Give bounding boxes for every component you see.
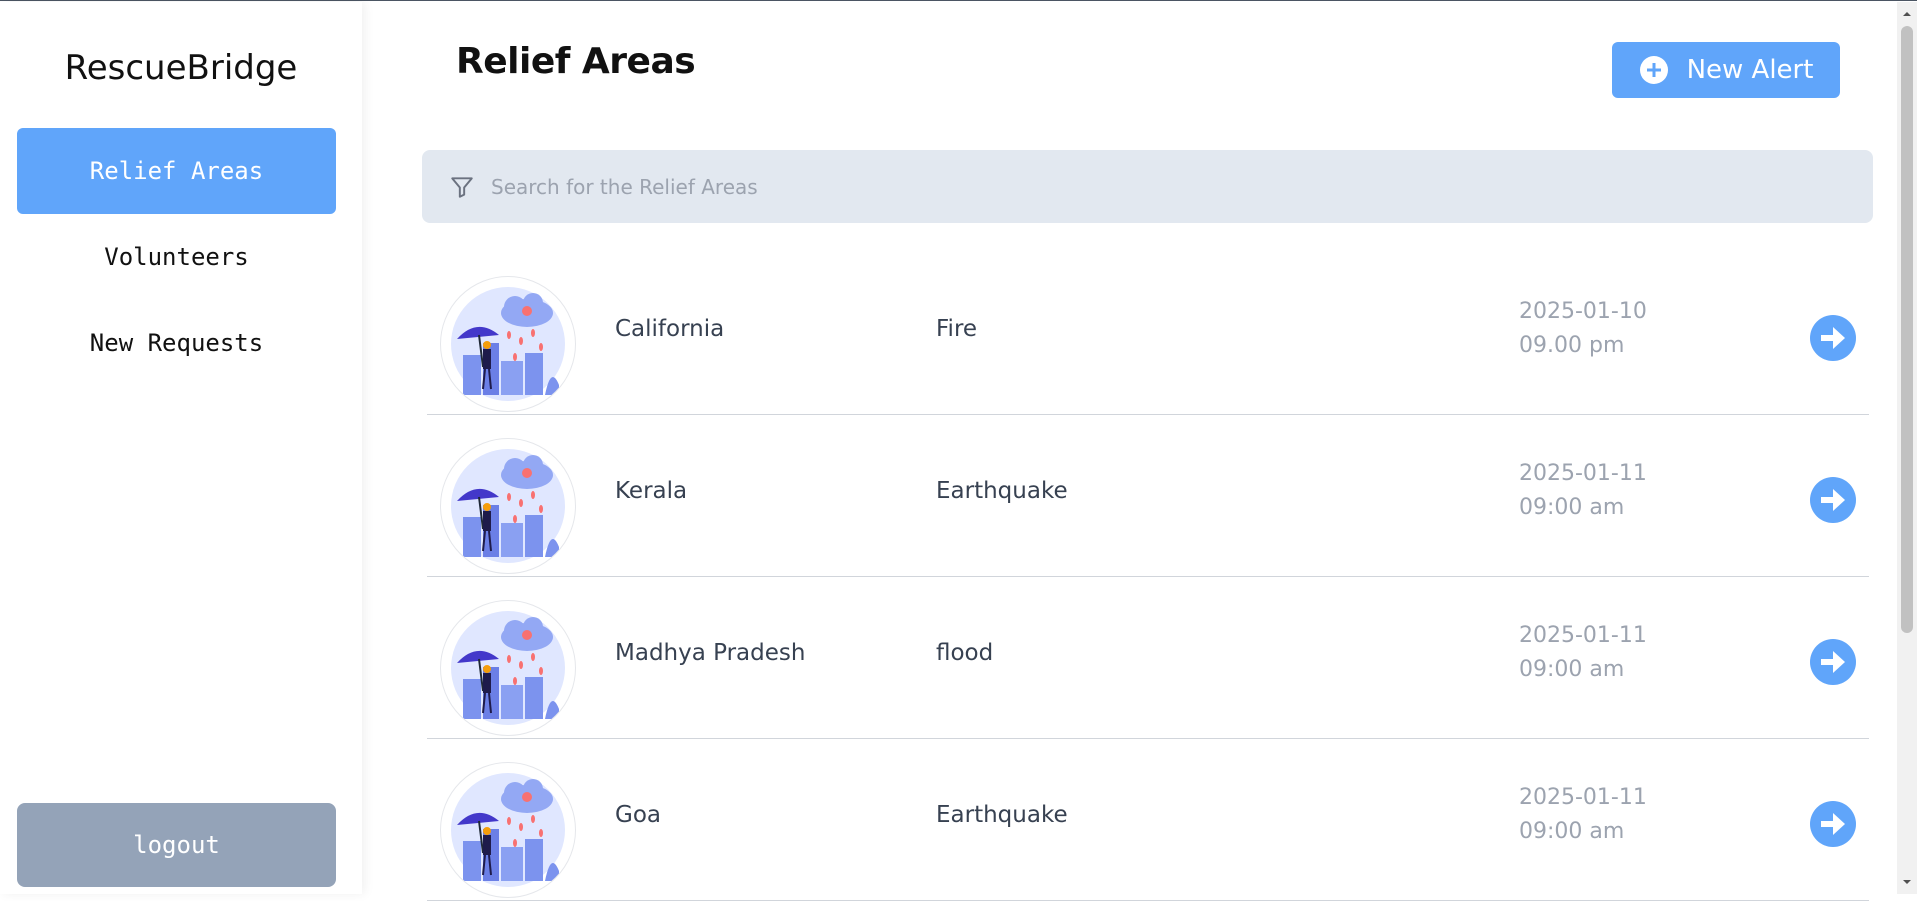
sidebar-item-new-requests[interactable]: New Requests	[17, 300, 336, 386]
relief-area-row[interactable]: California Fire 2025-01-10 09.00 pm	[427, 253, 1869, 415]
relief-area-time: 09:00 am	[1519, 819, 1625, 844]
arrow-right-circle-icon[interactable]	[1810, 315, 1856, 361]
relief-area-name: Kerala	[615, 478, 688, 504]
relief-area-time: 09:00 am	[1519, 495, 1625, 520]
new-alert-label: New Alert	[1686, 55, 1814, 85]
search-bar	[422, 150, 1873, 223]
relief-area-time: 09:00 am	[1519, 657, 1625, 682]
arrow-right-circle-icon[interactable]	[1810, 801, 1856, 847]
sidebar-item-relief-areas[interactable]: Relief Areas	[17, 128, 336, 214]
relief-area-date: 2025-01-11	[1519, 461, 1647, 486]
page-title: Relief Areas	[456, 41, 696, 82]
relief-area-name: California	[615, 316, 725, 342]
logout-button[interactable]: logout	[17, 803, 336, 887]
scroll-down-icon[interactable]	[1901, 876, 1913, 888]
arrow-right-circle-icon[interactable]	[1810, 477, 1856, 523]
sidebar: RescueBridge Relief Areas Volunteers New…	[0, 2, 362, 894]
relief-area-image	[440, 762, 576, 898]
page-scrollbar[interactable]	[1897, 2, 1917, 894]
search-input[interactable]	[489, 173, 1793, 200]
relief-area-type: Fire	[936, 316, 978, 342]
relief-area-type: Earthquake	[936, 802, 1068, 828]
brand-title: RescueBridge	[64, 48, 298, 88]
relief-area-name: Madhya Pradesh	[615, 640, 806, 666]
relief-area-row[interactable]: Goa Earthquake 2025-01-11 09:00 am	[427, 739, 1869, 901]
relief-area-type: flood	[936, 640, 994, 666]
arrow-right-circle-icon[interactable]	[1810, 639, 1856, 685]
relief-area-type: Earthquake	[936, 478, 1068, 504]
relief-area-date: 2025-01-10	[1519, 299, 1647, 324]
relief-area-row[interactable]: Madhya Pradesh flood 2025-01-11 09:00 am	[427, 577, 1869, 739]
scrollbar-thumb[interactable]	[1901, 26, 1913, 633]
relief-area-time: 09.00 pm	[1519, 333, 1625, 358]
sidebar-item-volunteers[interactable]: Volunteers	[17, 214, 336, 300]
relief-area-image	[440, 276, 576, 412]
relief-area-name: Goa	[615, 802, 661, 828]
relief-area-date: 2025-01-11	[1519, 785, 1647, 810]
relief-area-image	[440, 600, 576, 736]
scroll-up-icon[interactable]	[1901, 8, 1913, 20]
plus-circle-icon	[1639, 55, 1669, 85]
relief-area-image	[440, 438, 576, 574]
relief-area-row[interactable]: Kerala Earthquake 2025-01-11 09:00 am	[427, 415, 1869, 577]
new-alert-button[interactable]: New Alert	[1612, 42, 1840, 98]
relief-area-date: 2025-01-11	[1519, 623, 1647, 648]
filter-icon	[449, 174, 475, 200]
